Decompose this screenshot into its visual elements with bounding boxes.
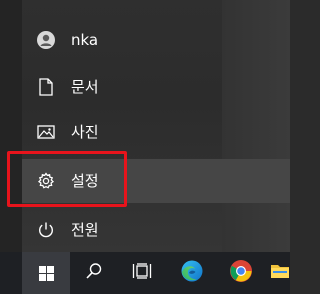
file-explorer-taskbar-button[interactable]	[266, 252, 290, 294]
search-icon	[85, 262, 103, 284]
chrome-taskbar-button[interactable]	[217, 252, 265, 294]
start-menu-item-settings[interactable]: 설정	[22, 159, 290, 203]
windows-logo-icon	[39, 266, 54, 285]
start-menu-item-label: 문서	[71, 78, 99, 96]
search-button[interactable]	[70, 252, 118, 294]
file-explorer-icon	[270, 262, 290, 284]
start-menu-item-label: 전원	[71, 221, 99, 239]
start-menu-tiles-area	[222, 0, 290, 252]
start-menu-item-label: 설정	[71, 172, 99, 190]
task-view-icon	[132, 263, 152, 283]
edge-icon	[180, 259, 204, 287]
taskbar	[0, 252, 290, 294]
start-menu-item-pictures[interactable]: 사진	[22, 110, 222, 154]
gear-icon	[36, 171, 56, 191]
pictures-icon	[36, 122, 56, 142]
start-button[interactable]	[22, 252, 70, 294]
start-menu-rail	[0, 0, 22, 252]
start-menu-item-label: 사진	[71, 123, 99, 141]
user-name: nka	[71, 31, 99, 49]
start-menu-item-documents[interactable]: 문서	[22, 65, 222, 109]
task-view-button[interactable]	[118, 252, 166, 294]
start-menu: nka 문서 사진 설정 전원	[0, 0, 290, 252]
user-avatar-icon	[36, 30, 56, 50]
edge-taskbar-button[interactable]	[168, 252, 216, 294]
start-menu-item-power[interactable]: 전원	[22, 208, 222, 252]
start-menu-user[interactable]: nka	[22, 18, 222, 62]
chrome-icon	[229, 259, 253, 287]
document-icon	[36, 77, 56, 97]
power-icon	[36, 220, 56, 240]
